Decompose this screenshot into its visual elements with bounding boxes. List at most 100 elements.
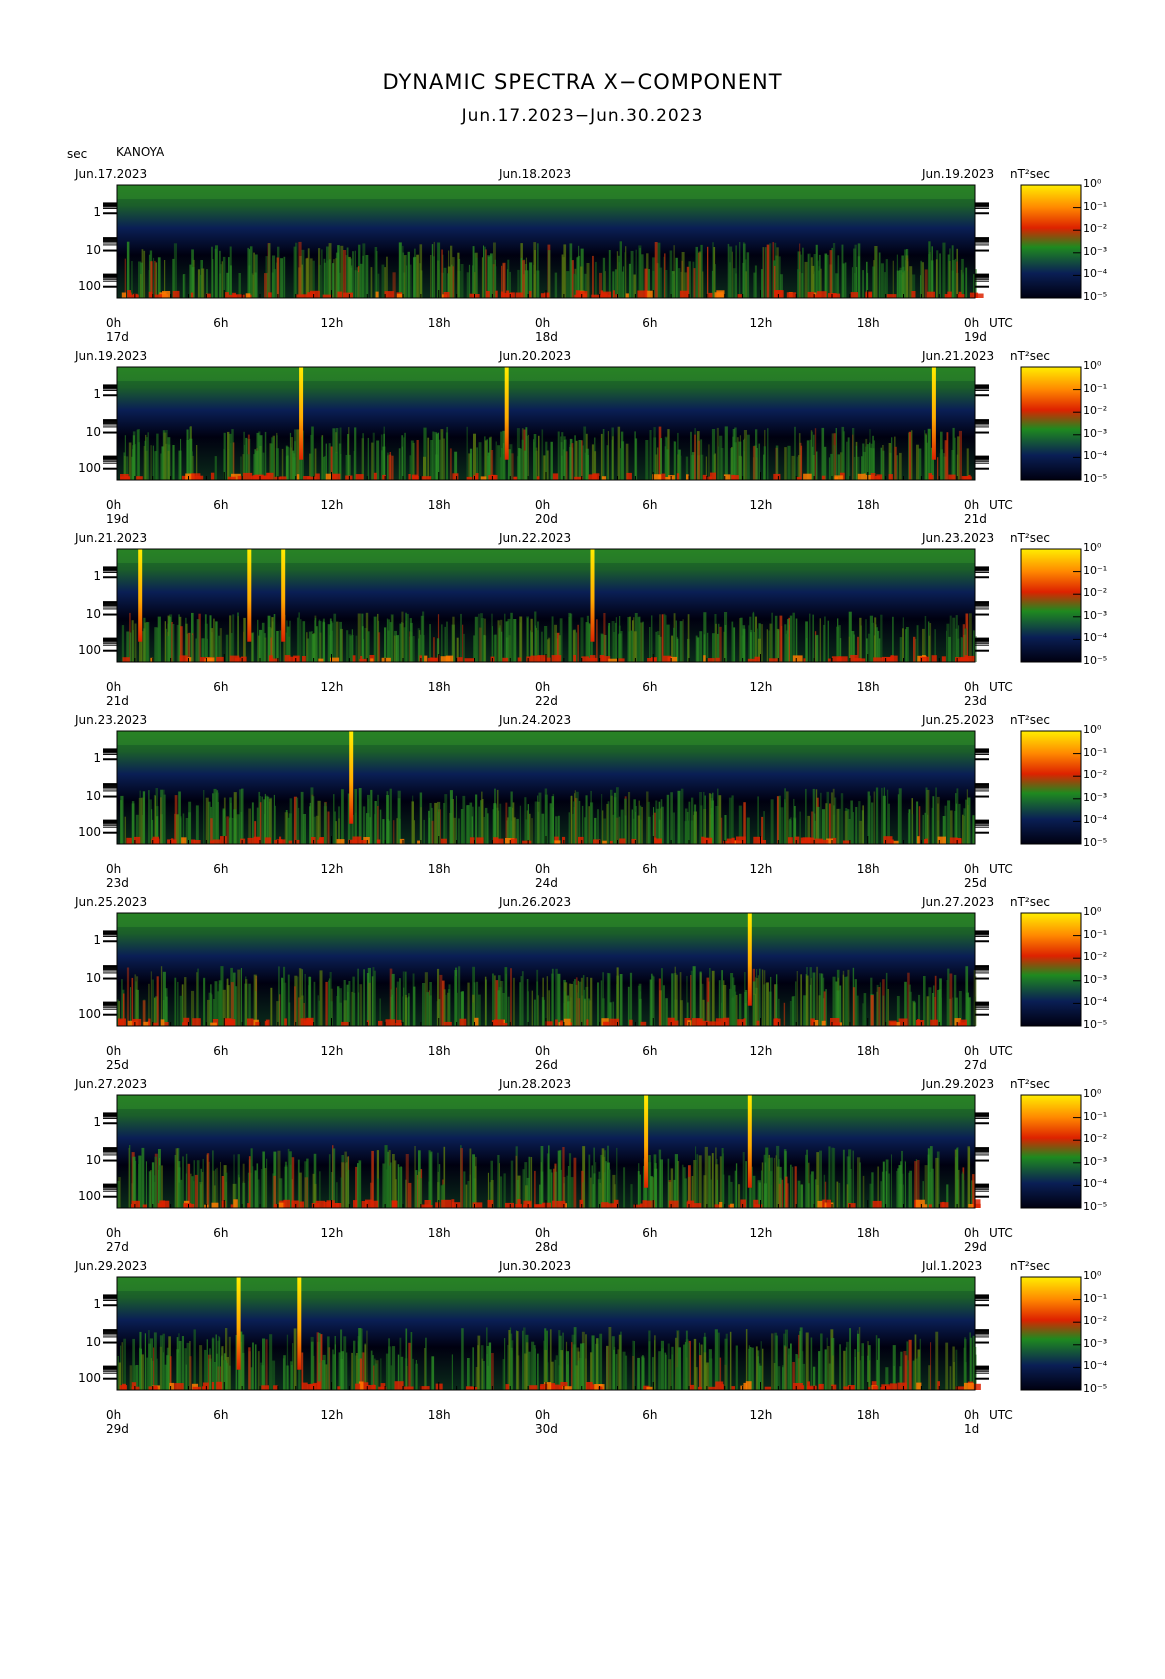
spectrogram-hot-band [807,1381,810,1390]
spectrogram-streak [154,451,156,480]
spectrogram-hot-band [464,658,475,662]
spectrogram-streak [148,790,150,844]
spectrogram-streak [460,809,464,844]
spectrogram-streak [286,1334,289,1390]
spectrogram-streak [796,456,798,480]
date-label-end: Jun.25.2023 [922,713,995,727]
spectrogram-top-band [117,731,975,745]
spectrogram-hot-band [696,1018,703,1026]
spectrogram-hot-band [828,658,831,662]
power-unit-label: nT²sec [1010,895,1050,909]
spectrogram-streak [938,989,942,1026]
spectrogram-streak [397,1164,400,1208]
spectrogram-streak [615,617,617,662]
spectrogram-streak [855,807,858,844]
spectrogram-streak [624,252,626,298]
spectrogram-streak [800,1184,803,1208]
spectrogram-streak [954,258,957,298]
spectrogram-streak [388,454,392,480]
spectrogram-streak [121,625,125,662]
spectrogram-streak [815,634,819,662]
spectrogram-streak [920,260,923,298]
spectrogram-streak [273,269,276,298]
spectrogram-streak [461,1328,464,1390]
x-tick-label: 18h [427,1226,451,1240]
spectrogram-streak [671,1346,674,1390]
spectrogram-streak [597,982,600,1026]
spectrogram-hot-band [647,658,657,662]
spectrogram-streak [827,1346,830,1390]
spectrogram-streak [657,631,660,662]
spectrogram-hot-band [924,839,927,844]
spectrogram-streak [194,1174,198,1208]
spectrogram-streak [695,246,698,298]
spectrogram-hot-band [931,655,937,662]
spectrogram-streak [522,260,526,298]
spectrogram-streak [639,1174,641,1208]
day-label-mid: 18d [535,330,558,344]
spectrogram-hot-band [629,1019,633,1026]
spectrogram-hot-band [269,658,279,662]
spectrogram-hot-band [598,1386,603,1390]
spectrogram-streak [294,429,296,480]
spectrogram-streak [630,630,634,662]
spectrogram-streak [156,627,160,662]
spectrogram-streak [557,431,560,480]
spectrogram-streak [304,974,306,1026]
spectrogram-hot-band [310,290,320,298]
spectrogram-hot-band [268,292,272,298]
spectrogram-streak [800,974,802,1026]
spectrogram-hot-band [136,476,143,480]
spectrogram-streak [527,434,529,480]
spectrogram-streak [117,1181,120,1208]
spectrogram-streak [708,793,711,844]
spectrogram-streak [576,791,579,844]
spectrogram-hot-band [551,655,562,662]
spectrogram-streak [259,435,263,480]
spectrogram-streak [402,245,404,298]
spectrogram-top-band [117,1095,975,1109]
spectrogram-hot-band [322,294,333,298]
spectrogram-streak [497,445,500,480]
spectrogram-streak [452,616,455,662]
spectrogram-streak [629,972,633,1026]
y-tick-label: 10 [85,788,101,803]
spectrogram-streak [766,244,770,298]
spectrogram-streak [484,976,487,1026]
spectrogram-panel [103,548,1082,663]
spectrogram-hot-band [288,840,293,844]
spectrogram-streak [207,999,210,1026]
spectrogram-streak [480,613,483,662]
spectrogram-streak [719,626,722,662]
spectrogram-hot-band [625,293,629,298]
spectrogram-panel [103,730,1082,845]
spectrogram-hot-band [252,475,260,480]
spectrogram-hot-band [710,472,716,480]
colorbar-tick-label: 10⁻⁴ [1083,1359,1108,1373]
spectrogram-streak [704,1146,708,1208]
spectrogram-streak [290,1361,293,1390]
spectrogram-streak [735,273,737,298]
spectrogram-streak [220,1161,221,1208]
spectrogram-streak [691,797,694,844]
colorbar-tick-label: 10⁻¹ [1083,927,1108,941]
spectrogram-streak [385,1353,389,1390]
spectrogram-streak [332,1148,336,1208]
spectrogram-streak [786,791,789,844]
spectrogram-streak [651,615,653,662]
spectrogram-streak [332,263,335,298]
spectrogram-streak [924,1165,928,1208]
spectrogram-hot-band [515,292,523,298]
spectrogram-streak [358,788,362,844]
spectrogram-hot-band [289,656,299,662]
spectrogram-streak [134,623,137,662]
spectrogram-streak [680,788,684,844]
spectrogram-streak [160,453,163,480]
spectrogram-streak [339,988,342,1026]
spectrogram-streak [802,247,804,298]
spectrogram-streak [478,442,482,480]
pulsation-spike [349,731,354,824]
x-tick-label: 0h [535,498,551,512]
spectrogram-streak [731,795,734,844]
spectrogram-streak [398,242,402,298]
